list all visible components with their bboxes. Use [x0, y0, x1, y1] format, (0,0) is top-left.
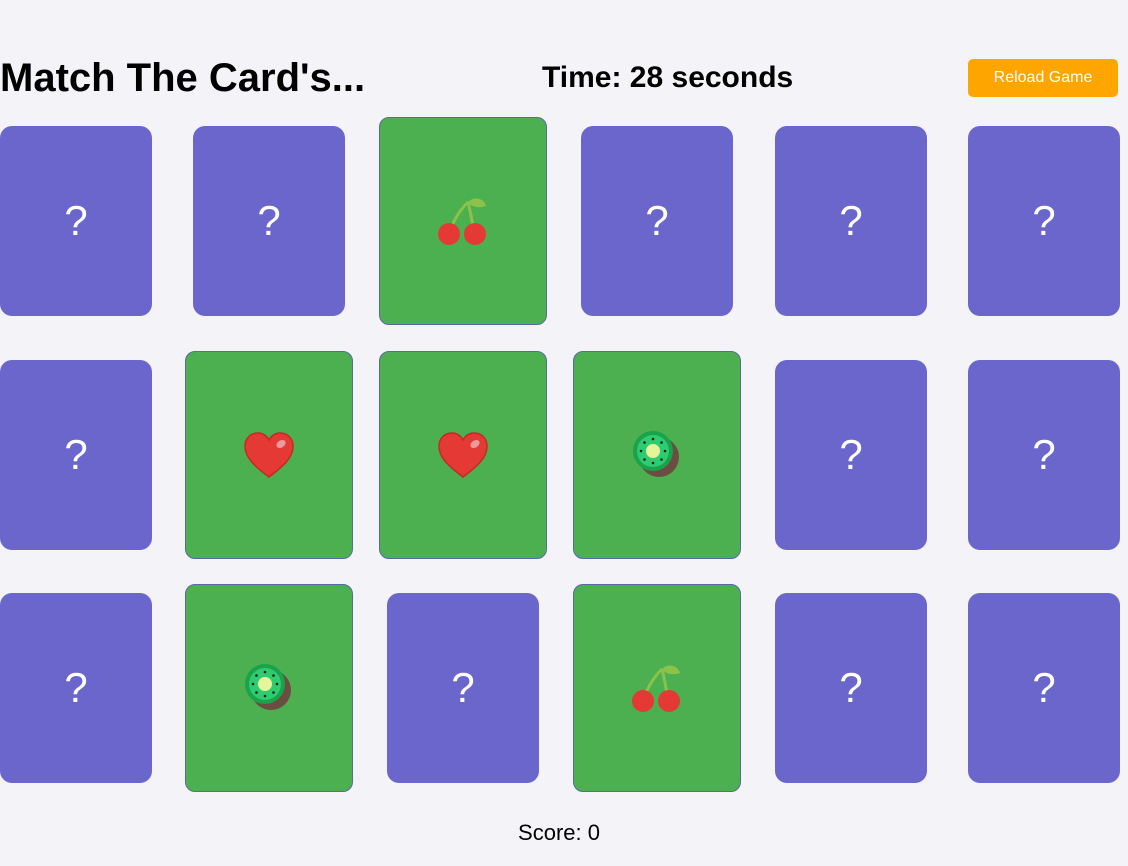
card-question-mark: ?: [1032, 664, 1056, 711]
card-hidden[interactable]: ?: [0, 126, 152, 316]
card-revealed[interactable]: [185, 351, 353, 559]
card-hidden[interactable]: ?: [0, 360, 152, 550]
score-display: Score: 0: [518, 820, 600, 845]
card-question-mark: ?: [839, 664, 863, 711]
reload-game-button[interactable]: Reload Game: [968, 59, 1118, 97]
card-hidden[interactable]: ?: [775, 360, 927, 550]
cherry-icon: [436, 194, 490, 248]
card-question-mark: ?: [645, 197, 669, 244]
card-question-mark: ?: [451, 664, 475, 711]
card-question-mark: ?: [1032, 431, 1056, 478]
card-hidden[interactable]: ?: [968, 593, 1120, 783]
card-revealed[interactable]: [379, 117, 547, 325]
heart-icon: [243, 431, 295, 479]
page-title: Match The Card's...: [0, 56, 366, 100]
card-revealed[interactable]: [185, 584, 353, 792]
heart-icon: [437, 431, 489, 479]
card-revealed[interactable]: [573, 351, 741, 559]
card-hidden[interactable]: ?: [968, 360, 1120, 550]
cherry-icon: [630, 661, 684, 715]
card-question-mark: ?: [64, 197, 88, 244]
card-question-mark: ?: [257, 197, 281, 244]
card-hidden[interactable]: ?: [387, 593, 539, 783]
card-question-mark: ?: [839, 431, 863, 478]
card-question-mark: ?: [64, 431, 88, 478]
card-hidden[interactable]: ?: [193, 126, 345, 316]
card-hidden[interactable]: ?: [581, 126, 733, 316]
card-hidden[interactable]: ?: [0, 593, 152, 783]
card-question-mark: ?: [839, 197, 863, 244]
card-revealed[interactable]: [573, 584, 741, 792]
card-question-mark: ?: [1032, 197, 1056, 244]
timer-display: Time: 28 seconds: [542, 61, 794, 94]
card-hidden[interactable]: ?: [968, 126, 1120, 316]
kiwi-icon: [631, 429, 683, 481]
card-question-mark: ?: [64, 664, 88, 711]
kiwi-icon: [243, 662, 295, 714]
card-revealed[interactable]: [379, 351, 547, 559]
card-hidden[interactable]: ?: [775, 593, 927, 783]
card-hidden[interactable]: ?: [775, 126, 927, 316]
